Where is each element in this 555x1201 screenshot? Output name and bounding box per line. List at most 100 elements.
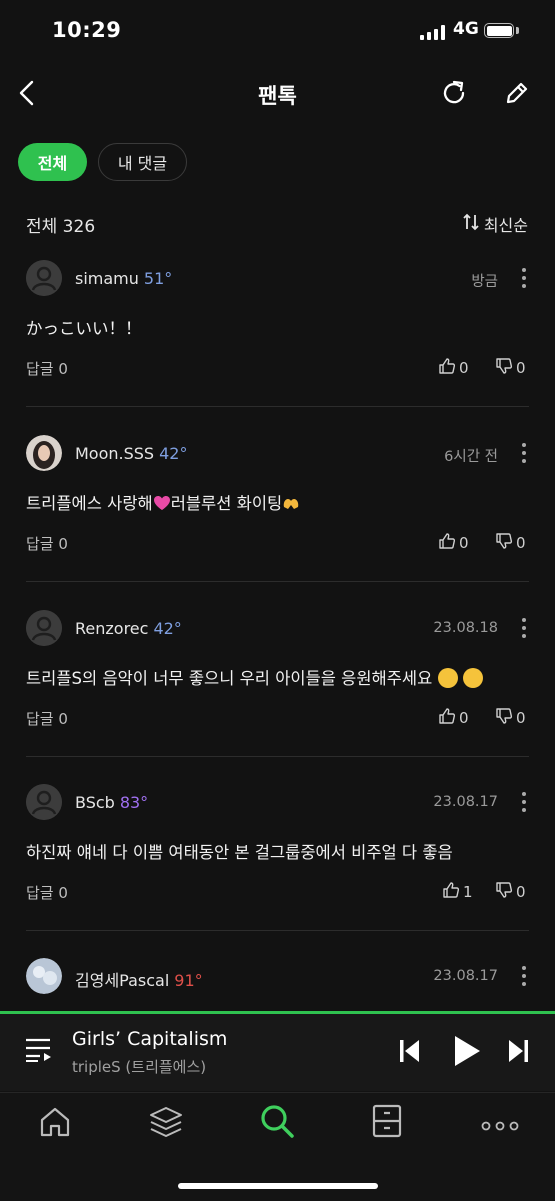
comment-item: Moon.SSS 42° 6시간 전트리플에스 사랑해 러블루션 화이팅답글 0 0 0 [0, 435, 555, 610]
heart-hands-emoji-icon [282, 495, 300, 511]
dislike-count: 0 [516, 534, 526, 552]
comment-date: 23.08.18 [433, 620, 498, 636]
library-icon[interactable] [148, 1105, 184, 1143]
song-title: Girls’ Capitalism [72, 1028, 228, 1050]
more-options-icon[interactable] [521, 792, 527, 812]
dislike-count: 0 [516, 883, 526, 901]
comment-date: 23.08.17 [433, 794, 498, 810]
username[interactable]: BScb 83° [75, 793, 148, 812]
sort-label: 최신순 [483, 216, 528, 235]
heart-emoji-icon [153, 495, 171, 511]
network-label: 4G [453, 19, 479, 39]
page-title: 팬톡 [258, 84, 297, 108]
comment-date: 방금 [471, 274, 498, 290]
comment-item: BScb 83° 23.08.17 하진짜 얘네 다 이쁨 여태동안 본 걸그룹중에서… [0, 784, 555, 959]
like-count: 0 [459, 534, 469, 552]
thumbs-down-icon [495, 881, 513, 903]
thumbs-up-icon [438, 532, 456, 554]
like-count: 1 [463, 883, 473, 901]
previous-icon[interactable] [398, 1038, 422, 1068]
username-text: Renzorec [75, 619, 149, 638]
user-level: 51° [143, 269, 173, 288]
status-time: 10:29 [52, 18, 122, 42]
sort-icon [462, 213, 480, 235]
username-text: Moon.SSS [75, 444, 155, 463]
dislike-count: 0 [516, 709, 526, 727]
like-button[interactable]: 0 [438, 357, 469, 379]
edit-icon[interactable] [503, 79, 531, 111]
home-indicator [178, 1183, 378, 1189]
next-icon[interactable] [506, 1038, 530, 1068]
divider [26, 930, 529, 931]
dislike-button[interactable]: 0 [495, 532, 526, 554]
username[interactable]: 김영세Pascal 91° [75, 967, 203, 991]
more-options-icon[interactable] [521, 966, 527, 986]
search-icon[interactable] [259, 1103, 295, 1143]
avatar[interactable] [26, 958, 62, 994]
avatar[interactable] [26, 435, 62, 471]
username[interactable]: Moon.SSS 42° [75, 444, 187, 463]
home-icon[interactable] [38, 1105, 72, 1143]
thumbs-down-icon [495, 532, 513, 554]
storage-icon[interactable] [372, 1104, 402, 1142]
dislike-button[interactable]: 0 [495, 707, 526, 729]
more-options-icon[interactable] [521, 443, 527, 463]
thumbs-up-icon [438, 357, 456, 379]
reply-button[interactable]: 답글 0 [26, 533, 68, 554]
more-options-icon[interactable] [521, 618, 527, 638]
username-text: BScb [75, 793, 115, 812]
more-options-icon[interactable] [521, 268, 527, 288]
playlist-icon[interactable] [24, 1036, 54, 1068]
play-icon[interactable] [452, 1034, 482, 1072]
thumbs-down-icon [495, 707, 513, 729]
like-button[interactable]: 0 [438, 532, 469, 554]
dislike-count: 0 [516, 359, 526, 377]
comment-text: かっこいい！！ [26, 319, 142, 338]
cat-emoji-icon [462, 668, 483, 688]
comment-date: 6시간 전 [444, 449, 498, 465]
username[interactable]: simamu 51° [75, 269, 172, 288]
total-count: 전체 326 [26, 217, 96, 237]
tab-all[interactable]: 전체 [18, 143, 87, 181]
comment-text: 트리플에스 사랑해 러블루션 화이팅 [26, 490, 300, 514]
artist-name: tripleS (트리플에스) [72, 1058, 207, 1076]
signal-icon [420, 24, 445, 40]
user-level: 83° [119, 793, 149, 812]
dislike-button[interactable]: 0 [495, 881, 526, 903]
username[interactable]: Renzorec 42° [75, 619, 182, 638]
comment-text: 하진짜 얘네 다 이쁨 여태동안 본 걸그룹중에서 비주얼 다 좋음 [26, 843, 453, 862]
like-count: 0 [459, 359, 469, 377]
thumbs-down-icon [495, 357, 513, 379]
divider [26, 581, 529, 582]
battery-icon [484, 23, 514, 38]
like-count: 0 [459, 709, 469, 727]
comment-item: Renzorec 42° 23.08.18 트리플S의 음악이 너무 좋으니 우리 아… [0, 610, 555, 785]
like-button[interactable]: 0 [438, 707, 469, 729]
avatar[interactable] [26, 610, 62, 646]
username-text: 김영세Pascal [75, 971, 170, 990]
divider [26, 756, 529, 757]
user-level: 42° [153, 619, 182, 638]
refresh-icon[interactable] [440, 79, 468, 111]
reply-button[interactable]: 답글 0 [26, 882, 68, 903]
reply-button[interactable]: 답글 0 [26, 358, 68, 379]
thumbs-up-icon [442, 881, 460, 903]
username-text: simamu [75, 269, 139, 288]
battery-tip [516, 27, 519, 34]
comment-text: 트리플S의 음악이 너무 좋으니 우리 아이들을 응원해주세요 [26, 665, 483, 689]
avatar[interactable] [26, 260, 62, 296]
comment-date: 23.08.17 [433, 968, 498, 984]
sort-button[interactable]: 최신순 [462, 212, 528, 236]
like-button[interactable]: 1 [442, 881, 473, 903]
avatar[interactable] [26, 784, 62, 820]
cat-emoji-icon [437, 668, 458, 688]
comment-item: simamu 51° 방금 かっこいい！！ 답글 0 0 0 [0, 260, 555, 435]
user-level: 91° [174, 971, 203, 990]
user-level: 42° [159, 444, 188, 463]
dislike-button[interactable]: 0 [495, 357, 526, 379]
tab-my-comments[interactable]: 내 댓글 [98, 143, 187, 181]
divider [26, 406, 529, 407]
thumbs-up-icon [438, 707, 456, 729]
more-icon[interactable] [480, 1117, 520, 1136]
reply-button[interactable]: 답글 0 [26, 708, 68, 729]
